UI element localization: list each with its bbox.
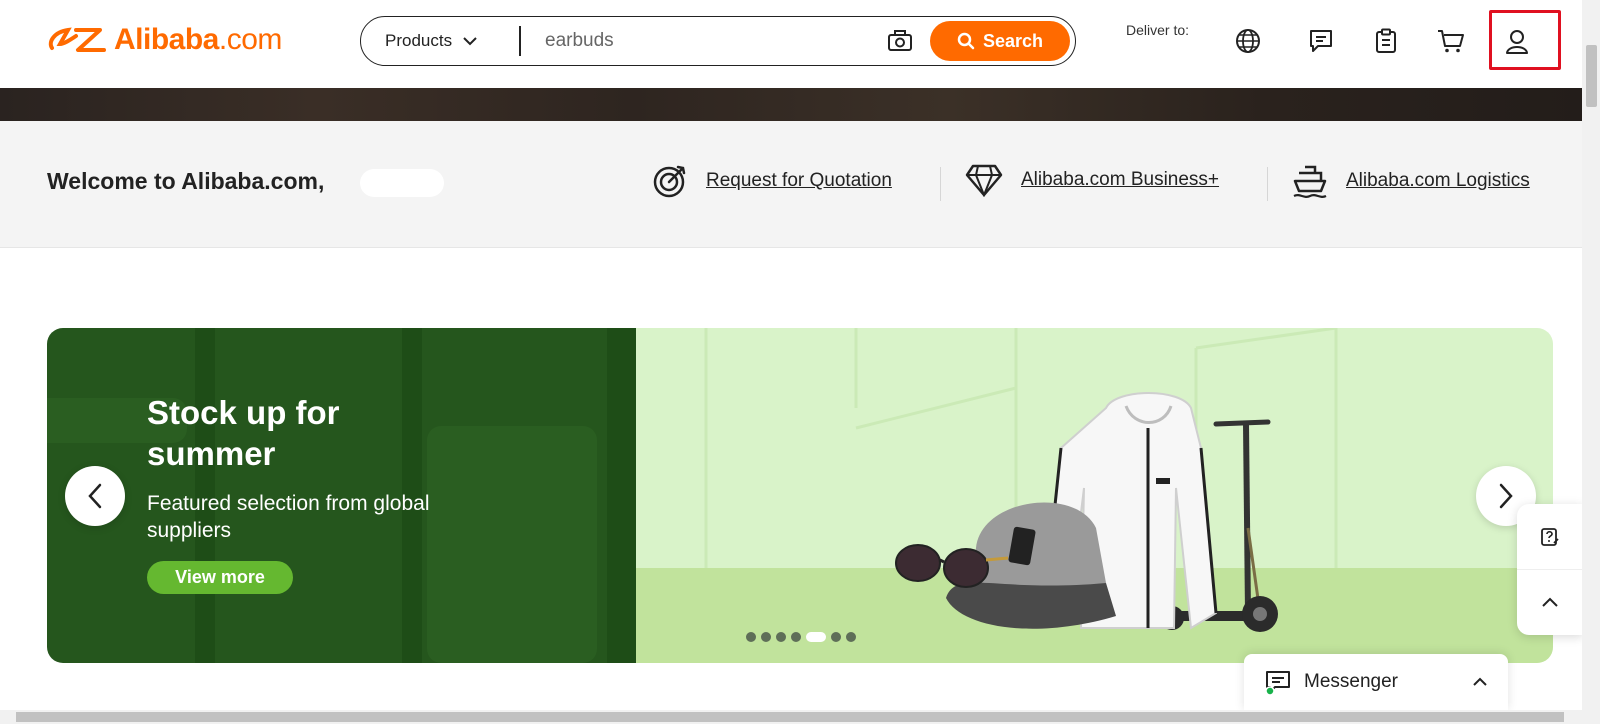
banner-image-panel	[636, 328, 1553, 663]
ship-icon	[1293, 165, 1327, 198]
messages-button[interactable]	[1304, 24, 1338, 58]
carousel-dot[interactable]	[831, 632, 841, 642]
carousel-dots	[746, 632, 856, 642]
search-button-label: Search	[982, 30, 1044, 51]
carousel-prev-button[interactable]	[65, 466, 125, 526]
vertical-scrollbar[interactable]	[1582, 0, 1600, 724]
chevron-right-icon	[1499, 483, 1513, 509]
globe-icon	[1236, 29, 1260, 53]
request-for-quotation-link[interactable]: Request for Quotation	[652, 163, 892, 199]
horizontal-scrollbar-thumb[interactable]	[16, 712, 1564, 722]
link-separator	[940, 167, 941, 201]
banner-subtitle: Featured selection from global suppliers	[147, 492, 430, 542]
chevron-up-icon	[1473, 677, 1487, 686]
summer-products-illustration	[895, 392, 1278, 632]
carousel-dot-active[interactable]	[806, 632, 826, 642]
camera-icon	[888, 30, 912, 51]
search-category-label: Products	[385, 31, 453, 50]
logo-text: Alibaba.com	[114, 23, 282, 56]
carousel-dot[interactable]	[761, 632, 771, 642]
banner-decor	[607, 328, 636, 663]
back-to-top-button[interactable]	[1517, 569, 1583, 634]
horizontal-scrollbar[interactable]	[0, 710, 1582, 724]
messenger-label: Messenger	[1304, 671, 1398, 692]
welcome-bar: Welcome to Alibaba.com, Request for Quot…	[0, 121, 1582, 248]
banner-title: Stock up for summer	[147, 394, 340, 472]
search-button[interactable]: Search	[930, 21, 1070, 61]
messenger-widget[interactable]: Messenger	[1244, 654, 1508, 710]
business-plus-link[interactable]: Alibaba.com Business+	[965, 163, 1219, 197]
account-highlight-box	[1489, 10, 1561, 70]
logistics-label: Alibaba.com Logistics	[1346, 170, 1530, 191]
chevron-left-icon	[88, 483, 102, 509]
messages-icon	[1310, 30, 1332, 52]
messenger-icon	[1265, 671, 1290, 695]
business-plus-label: Alibaba.com Business+	[1021, 169, 1220, 190]
carousel-dot[interactable]	[846, 632, 856, 642]
logistics-link[interactable]: Alibaba.com Logistics	[1292, 163, 1530, 199]
carousel-dot[interactable]	[791, 632, 801, 642]
cart-icon	[1438, 30, 1464, 53]
top-header: Alibaba.com Products Search Deliver to:	[0, 0, 1582, 88]
floating-side-tools	[1517, 504, 1583, 635]
deliver-to-label[interactable]: Deliver to:	[1126, 22, 1189, 38]
search-bar: Products Search	[360, 16, 1076, 66]
alibaba-logo-icon	[48, 27, 106, 52]
search-input[interactable]	[521, 21, 880, 61]
link-separator	[1267, 167, 1268, 201]
image-search-button[interactable]	[880, 21, 920, 61]
search-icon	[957, 32, 975, 50]
orders-button[interactable]	[1369, 24, 1403, 58]
chevron-up-icon	[1542, 597, 1558, 607]
feedback-icon	[1541, 527, 1559, 546]
vertical-scrollbar-thumb[interactable]	[1586, 45, 1597, 107]
language-button[interactable]	[1231, 24, 1265, 58]
request-for-quotation-label: Request for Quotation	[706, 170, 892, 191]
diamond-icon	[965, 164, 1003, 197]
chevron-down-icon	[463, 37, 477, 46]
hero-image-strip	[0, 88, 1582, 121]
promo-carousel: Stock up for summer Featured selection f…	[47, 328, 1553, 663]
banner-text-panel: Stock up for summer Featured selection f…	[47, 328, 636, 663]
cart-button[interactable]	[1434, 24, 1468, 58]
orders-icon	[1376, 28, 1396, 53]
carousel-dot[interactable]	[776, 632, 786, 642]
alibaba-logo[interactable]: Alibaba.com	[46, 22, 282, 58]
carousel-dot[interactable]	[746, 632, 756, 642]
welcome-greeting: Welcome to Alibaba.com,	[47, 168, 325, 194]
username-redacted	[360, 169, 444, 197]
search-category-dropdown[interactable]: Products	[361, 31, 519, 51]
target-icon	[653, 165, 686, 198]
view-more-button[interactable]: View more	[147, 561, 293, 594]
feedback-button[interactable]	[1517, 504, 1583, 569]
